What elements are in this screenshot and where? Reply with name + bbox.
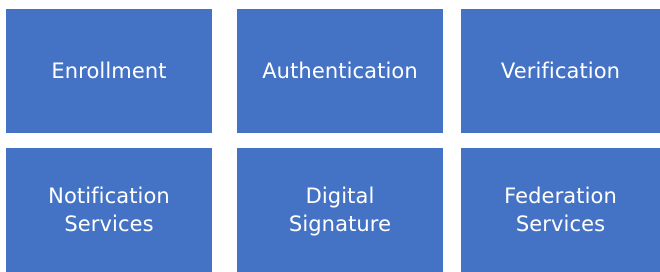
tile-label: Notification Services <box>48 184 170 236</box>
tile-authentication: Authentication <box>237 9 443 133</box>
tile-label: Digital Signature <box>288 184 392 236</box>
tile-label: Federation Services <box>504 184 617 236</box>
tile-notification-services: Notification Services <box>6 148 212 272</box>
tile-label: Enrollment <box>51 59 167 83</box>
tile-enrollment: Enrollment <box>6 9 212 133</box>
tile-federation-services: Federation Services <box>461 148 660 272</box>
tile-label: Verification <box>500 59 621 83</box>
service-tile-grid: Enrollment Authentication Verification N… <box>0 0 660 272</box>
tile-digital-signature: Digital Signature <box>237 148 443 272</box>
tile-label: Authentication <box>262 59 418 83</box>
tile-verification: Verification <box>461 9 660 133</box>
